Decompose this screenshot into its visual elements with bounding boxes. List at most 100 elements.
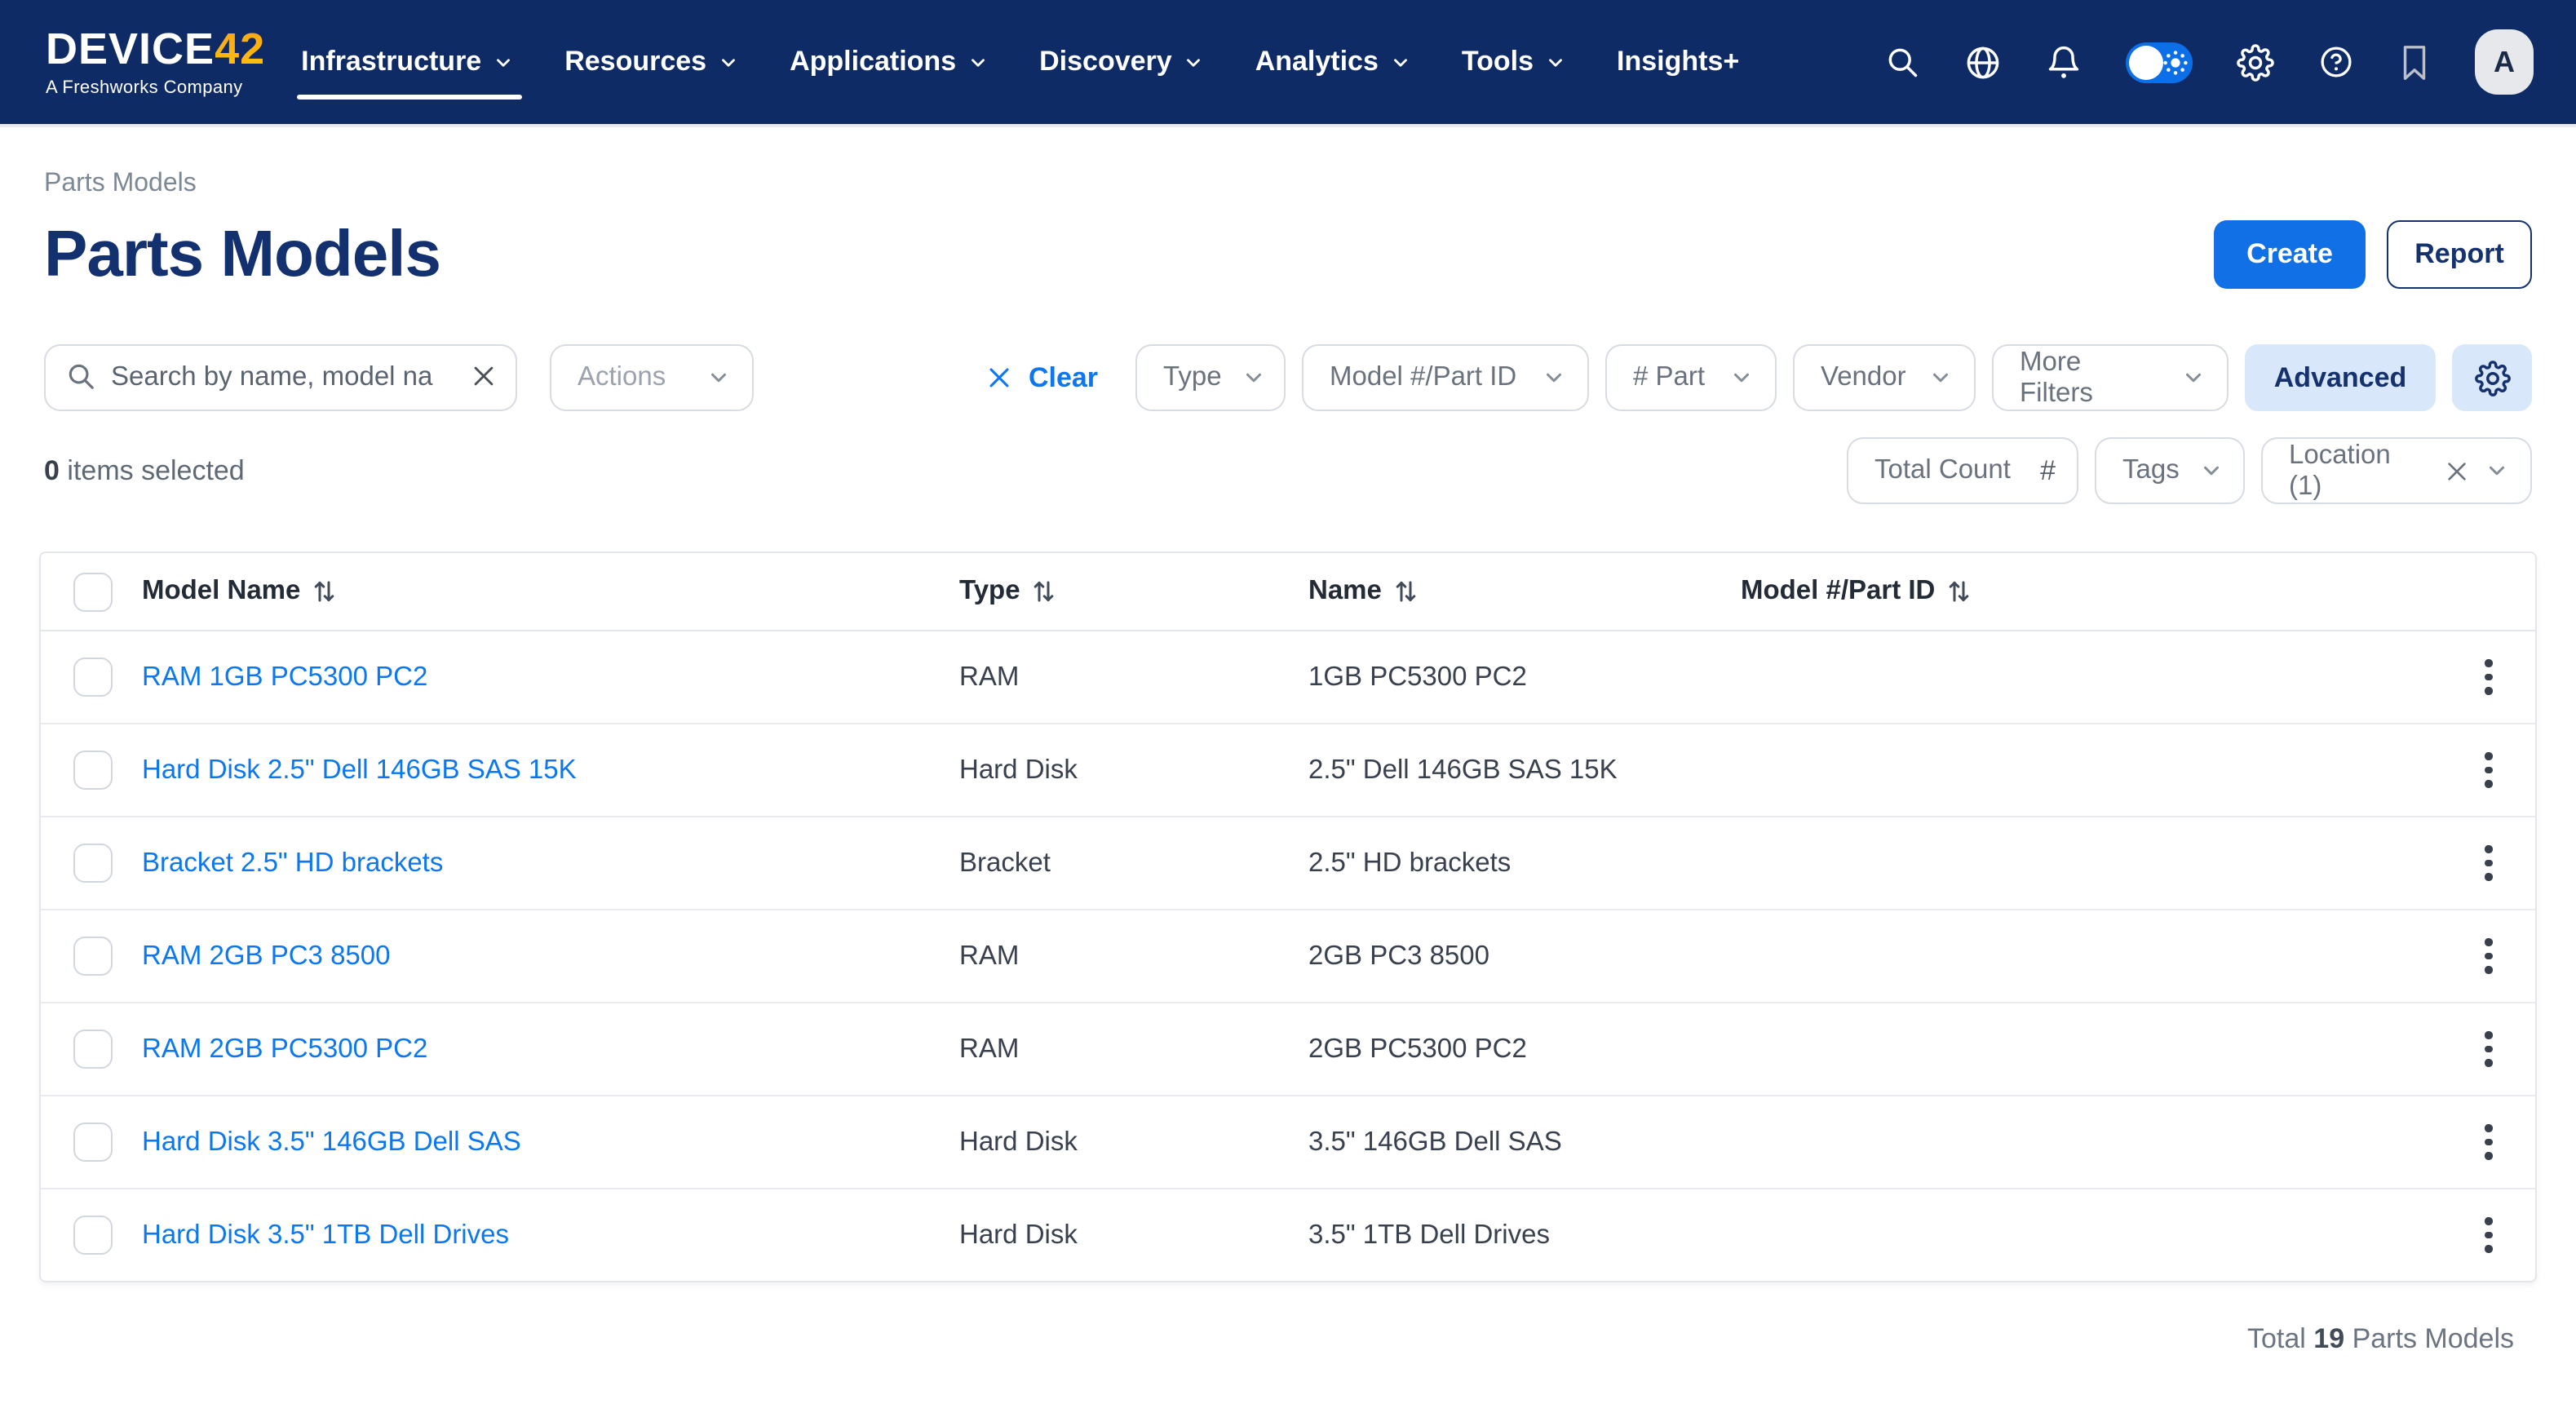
row-checkbox[interactable] bbox=[73, 844, 113, 883]
sort-icon[interactable] bbox=[1395, 579, 1416, 604]
gear-icon[interactable] bbox=[2237, 43, 2274, 81]
nav-item-applications[interactable]: Applications bbox=[790, 29, 989, 95]
row-checkbox[interactable] bbox=[73, 937, 113, 976]
table-row: Hard Disk 2.5" Dell 146GB SAS 15K Hard Di… bbox=[41, 724, 2535, 817]
row-checkbox[interactable] bbox=[73, 658, 113, 697]
row-checkbox[interactable] bbox=[73, 1030, 113, 1069]
kebab-menu-icon[interactable] bbox=[2479, 746, 2499, 795]
nav-item-discovery[interactable]: Discovery bbox=[1039, 29, 1205, 95]
kebab-menu-icon[interactable] bbox=[2479, 1118, 2499, 1167]
row-checkbox[interactable] bbox=[73, 1216, 113, 1255]
nav-item-analytics[interactable]: Analytics bbox=[1255, 29, 1411, 95]
nav-item-resources[interactable]: Resources bbox=[564, 29, 739, 95]
chevron-down-icon bbox=[2181, 365, 2206, 390]
advanced-button[interactable]: Advanced bbox=[2245, 344, 2436, 411]
header-name[interactable]: Name bbox=[1308, 576, 1741, 607]
kebab-menu-icon[interactable] bbox=[2479, 1025, 2499, 1074]
help-icon[interactable] bbox=[2318, 44, 2354, 80]
name-cell: 2.5" Dell 146GB SAS 15K bbox=[1308, 755, 1741, 786]
kebab-menu-icon[interactable] bbox=[2479, 932, 2499, 981]
breadcrumb[interactable]: Parts Models bbox=[44, 170, 2532, 199]
theme-toggle[interactable] bbox=[2126, 42, 2193, 82]
nav-item-label: Resources bbox=[564, 46, 706, 78]
bell-icon[interactable] bbox=[2046, 43, 2082, 81]
parts-models-table: Model Name Type Name Model #/Part ID RAM… bbox=[39, 551, 2537, 1282]
chevron-down-icon bbox=[1242, 365, 1266, 390]
model-name-link[interactable]: RAM 2GB PC3 8500 bbox=[142, 941, 391, 970]
chevron-down-icon bbox=[1729, 365, 1754, 390]
report-button[interactable]: Report bbox=[2387, 220, 2532, 289]
main-nav-menu: Infrastructure Resources Applications Disco… bbox=[301, 29, 1739, 95]
header-model-part-id[interactable]: Model #/Part ID bbox=[1741, 576, 2442, 607]
kebab-menu-icon[interactable] bbox=[2479, 653, 2499, 702]
chevron-down-icon bbox=[1542, 365, 1566, 390]
clear-filters-button[interactable]: Clear bbox=[986, 361, 1098, 394]
type-cell: Hard Disk bbox=[959, 755, 1308, 786]
header-model-name[interactable]: Model Name bbox=[142, 576, 959, 607]
filter-model-part-id[interactable]: Model #/Part ID bbox=[1302, 344, 1589, 411]
filter-label: Type bbox=[1163, 362, 1222, 393]
bookmark-icon[interactable] bbox=[2398, 43, 2431, 81]
total-count-pill[interactable]: Total Count # bbox=[1847, 437, 2078, 504]
table-row: Hard Disk 3.5" 1TB Dell DrivesHard Disk3… bbox=[41, 1189, 2535, 1281]
nav-item-label: Analytics bbox=[1255, 46, 1379, 78]
toggle-knob bbox=[2129, 45, 2163, 79]
nav-item-insights[interactable]: Insights+ bbox=[1617, 29, 1739, 95]
table-row: RAM 2GB PC3 8500RAM2GB PC3 8500 bbox=[41, 910, 2535, 1003]
name-cell: 3.5" 146GB Dell SAS bbox=[1308, 1127, 1741, 1158]
title-row: Parts Models Create Report bbox=[0, 215, 2576, 294]
name-cell: 2.5" HD brackets bbox=[1308, 848, 1741, 879]
settings-gear-icon bbox=[2474, 360, 2510, 396]
table-settings-button[interactable] bbox=[2452, 344, 2532, 411]
nav-item-label: Insights+ bbox=[1617, 46, 1739, 78]
location-remove-icon[interactable] bbox=[2444, 458, 2470, 484]
search-input[interactable] bbox=[44, 344, 517, 411]
create-button[interactable]: Create bbox=[2214, 220, 2366, 289]
search-icon[interactable] bbox=[1884, 44, 1920, 80]
row-checkbox[interactable] bbox=[73, 751, 113, 790]
nav-item-label: Discovery bbox=[1039, 46, 1172, 78]
actions-dropdown[interactable]: Actions bbox=[550, 344, 754, 411]
selection-row: 0 items selected Total Count # Tags Loca… bbox=[44, 437, 2532, 504]
location-label: Location (1) bbox=[2289, 440, 2424, 502]
filter-type[interactable]: Type bbox=[1135, 344, 1286, 411]
sun-icon bbox=[2163, 50, 2188, 74]
tags-label: Tags bbox=[2122, 455, 2180, 486]
device42-logo[interactable]: DEVICE42 A Freshworks Company bbox=[46, 27, 265, 97]
filter-more-filters[interactable]: More Filters bbox=[1992, 344, 2229, 411]
model-name-link[interactable]: Hard Disk 3.5" 1TB Dell Drives bbox=[142, 1220, 509, 1249]
globe-icon[interactable] bbox=[1964, 43, 2002, 81]
sort-icon[interactable] bbox=[1033, 579, 1055, 604]
nav-item-infrastructure[interactable]: Infrastructure bbox=[301, 29, 514, 95]
chevron-down-icon bbox=[706, 365, 731, 390]
chevron-down-icon bbox=[1390, 51, 1411, 73]
chevron-down-icon bbox=[1928, 365, 1953, 390]
location-pill[interactable]: Location (1) bbox=[2261, 437, 2532, 504]
kebab-menu-icon[interactable] bbox=[2479, 1211, 2499, 1260]
select-all-checkbox[interactable] bbox=[73, 572, 113, 611]
page-title: Parts Models bbox=[44, 215, 440, 294]
model-name-link[interactable]: Hard Disk 2.5" Dell 146GB SAS 15K bbox=[142, 755, 577, 784]
row-checkbox[interactable] bbox=[73, 1123, 113, 1162]
name-cell: 1GB PC5300 PC2 bbox=[1308, 662, 1741, 693]
sort-icon[interactable] bbox=[313, 579, 334, 604]
avatar[interactable]: A bbox=[2475, 29, 2534, 95]
model-name-link[interactable]: RAM 2GB PC5300 PC2 bbox=[142, 1034, 427, 1063]
nav-item-tools[interactable]: Tools bbox=[1462, 29, 1566, 95]
tags-pill[interactable]: Tags bbox=[2095, 437, 2245, 504]
chevron-down-icon bbox=[2485, 458, 2509, 483]
header-type[interactable]: Type bbox=[959, 576, 1308, 607]
nav-item-label: Infrastructure bbox=[301, 46, 481, 78]
model-name-link[interactable]: Bracket 2.5" HD brackets bbox=[142, 848, 443, 877]
filter-vendor[interactable]: Vendor bbox=[1793, 344, 1976, 411]
sort-icon[interactable] bbox=[1948, 579, 1969, 604]
model-name-link[interactable]: Hard Disk 3.5" 146GB Dell SAS bbox=[142, 1127, 521, 1156]
model-name-link[interactable]: RAM 1GB PC5300 PC2 bbox=[142, 662, 427, 691]
filter-part[interactable]: # Part bbox=[1605, 344, 1777, 411]
kebab-menu-icon[interactable] bbox=[2479, 839, 2499, 888]
chevron-down-icon bbox=[967, 51, 989, 73]
search-clear-icon[interactable] bbox=[470, 362, 498, 390]
clear-x-icon bbox=[986, 364, 1014, 392]
type-cell: Hard Disk bbox=[959, 1220, 1308, 1251]
type-cell: RAM bbox=[959, 941, 1308, 972]
